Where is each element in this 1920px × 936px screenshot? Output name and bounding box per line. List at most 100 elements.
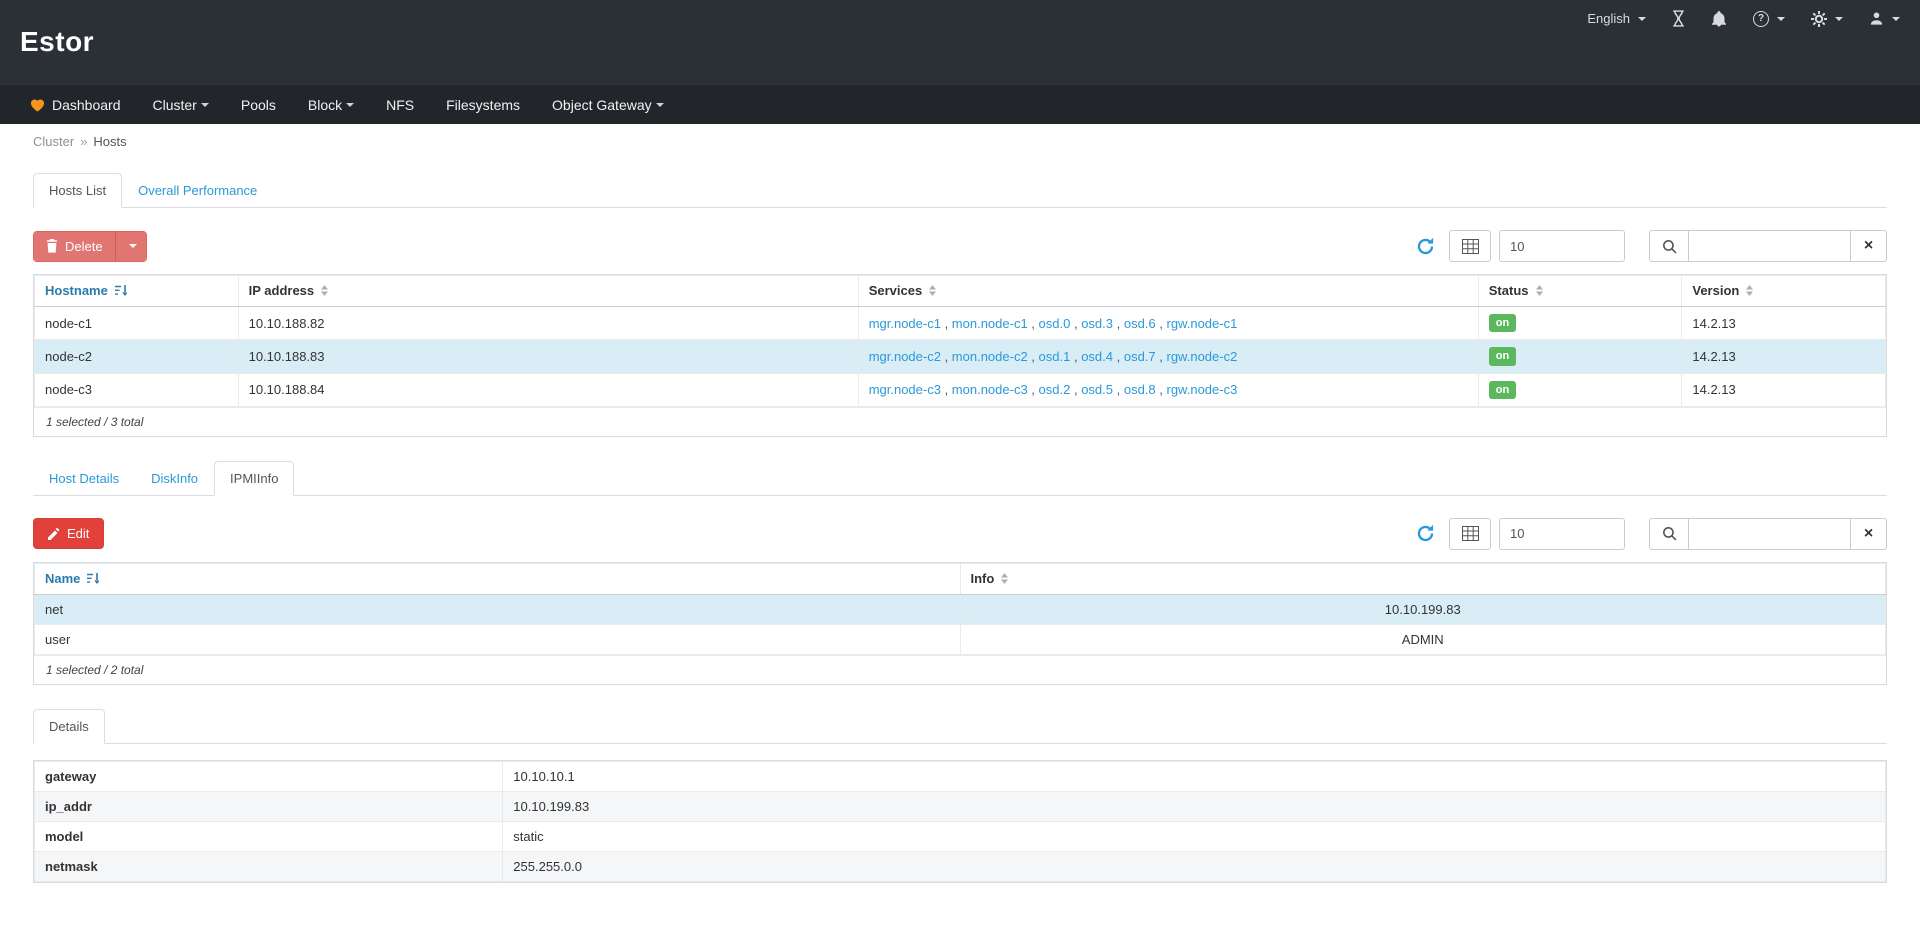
tab-ipmiinfo[interactable]: IPMIInfo: [214, 461, 294, 496]
service-link-mon.node-c3[interactable]: mon.node-c3: [952, 382, 1028, 397]
nav-item-nfs[interactable]: NFS: [370, 85, 430, 125]
service-link-rgw.node-c1[interactable]: rgw.node-c1: [1167, 316, 1238, 331]
column-header-name[interactable]: Name: [35, 563, 961, 594]
nav-item-object-gateway[interactable]: Object Gateway: [536, 85, 680, 125]
hourglass-icon: [1672, 10, 1685, 27]
search-input[interactable]: [1689, 230, 1851, 262]
services-cell: mgr.node-c1 , mon.node-c1 , osd.0 , osd.…: [858, 307, 1478, 340]
service-link-mon.node-c2[interactable]: mon.node-c2: [952, 349, 1028, 364]
delete-button[interactable]: Delete: [33, 231, 147, 262]
column-header-hostname[interactable]: Hostname: [35, 276, 239, 307]
detail-value: static: [503, 822, 1886, 852]
tab-overall-performance[interactable]: Overall Performance: [122, 173, 273, 208]
brand-logo[interactable]: Estor: [20, 26, 94, 58]
delete-dropdown-toggle[interactable]: [115, 232, 146, 261]
clear-search-button[interactable]: ×: [1851, 518, 1887, 550]
tab-hosts-list[interactable]: Hosts List: [33, 173, 122, 208]
service-link-mon.node-c1[interactable]: mon.node-c1: [952, 316, 1028, 331]
nav-item-label: Pools: [241, 97, 276, 113]
service-link-osd.1[interactable]: osd.1: [1039, 349, 1071, 364]
caret-down-icon: [1638, 17, 1646, 21]
refresh-button[interactable]: [1416, 237, 1435, 256]
ipmi-row-net[interactable]: net10.10.199.83: [35, 595, 1886, 625]
tab-diskinfo[interactable]: DiskInfo: [135, 461, 214, 496]
user-menu[interactable]: [1869, 11, 1900, 26]
nav-item-label: NFS: [386, 97, 414, 113]
host-row-node-c3[interactable]: node-c310.10.188.84mgr.node-c3 , mon.nod…: [35, 373, 1886, 406]
services-separator: ,: [941, 349, 952, 364]
version-cell: 14.2.13: [1682, 307, 1886, 340]
services-separator: ,: [1156, 349, 1167, 364]
nav-item-pools[interactable]: Pools: [225, 85, 292, 125]
column-toggle-button[interactable]: [1449, 230, 1491, 262]
breadcrumb-current: Hosts: [93, 134, 126, 149]
services-separator: ,: [941, 382, 952, 397]
service-link-rgw.node-c3[interactable]: rgw.node-c3: [1167, 382, 1238, 397]
search-icon: [1649, 230, 1689, 262]
tab-host-details[interactable]: Host Details: [33, 461, 135, 496]
search-input[interactable]: [1689, 518, 1851, 550]
page-size-input[interactable]: [1499, 518, 1625, 550]
language-selector[interactable]: English: [1587, 11, 1646, 26]
column-header-version[interactable]: Version: [1682, 276, 1886, 307]
column-header-info[interactable]: Info: [960, 563, 1886, 594]
service-link-osd.7[interactable]: osd.7: [1124, 349, 1156, 364]
service-link-osd.6[interactable]: osd.6: [1124, 316, 1156, 331]
tab-details[interactable]: Details: [33, 709, 105, 744]
caret-down-icon: [346, 103, 354, 107]
gear-icon: [1811, 11, 1827, 27]
service-link-mgr.node-c3[interactable]: mgr.node-c3: [869, 382, 941, 397]
version-cell: 14.2.13: [1682, 340, 1886, 373]
nav-item-filesystems[interactable]: Filesystems: [430, 85, 536, 125]
service-link-osd.2[interactable]: osd.2: [1039, 382, 1071, 397]
column-toggle-button[interactable]: [1449, 518, 1491, 550]
services-separator: ,: [1113, 316, 1124, 331]
service-link-osd.5[interactable]: osd.5: [1081, 382, 1113, 397]
service-link-osd.4[interactable]: osd.4: [1081, 349, 1113, 364]
nav-item-block[interactable]: Block: [292, 85, 370, 125]
hosts-toolbar: Delete ×: [33, 230, 1887, 262]
notifications-button[interactable]: [1711, 11, 1727, 27]
pencil-icon: [48, 528, 60, 540]
column-label: IP address: [249, 283, 315, 298]
host-row-node-c1[interactable]: node-c110.10.188.82mgr.node-c1 , mon.nod…: [35, 307, 1886, 340]
clear-search-button[interactable]: ×: [1851, 230, 1887, 262]
services-separator: ,: [1028, 349, 1039, 364]
column-header-status[interactable]: Status: [1478, 276, 1682, 307]
column-header-services[interactable]: Services: [858, 276, 1478, 307]
service-link-osd.8[interactable]: osd.8: [1124, 382, 1156, 397]
sort-icon: [1536, 284, 1543, 299]
detail-key: gateway: [35, 762, 503, 792]
service-link-rgw.node-c2[interactable]: rgw.node-c2: [1167, 349, 1238, 364]
details-row-gateway: gateway10.10.10.1: [35, 762, 1886, 792]
column-header-ip-address[interactable]: IP address: [238, 276, 858, 307]
status-badge: on: [1489, 347, 1516, 365]
host-row-node-c2[interactable]: node-c210.10.188.83mgr.node-c2 , mon.nod…: [35, 340, 1886, 373]
service-link-mgr.node-c1[interactable]: mgr.node-c1: [869, 316, 941, 331]
service-link-osd.3[interactable]: osd.3: [1081, 316, 1113, 331]
service-link-osd.0[interactable]: osd.0: [1039, 316, 1071, 331]
nav-item-label: Object Gateway: [552, 97, 652, 113]
services-cell: mgr.node-c3 , mon.node-c3 , osd.2 , osd.…: [858, 373, 1478, 406]
refresh-button[interactable]: [1416, 524, 1435, 543]
details-row-netmask: netmask255.255.0.0: [35, 852, 1886, 882]
nav-item-dashboard[interactable]: Dashboard: [14, 85, 137, 125]
help-menu[interactable]: ?: [1753, 11, 1785, 27]
search-group: ×: [1649, 230, 1887, 262]
ipmi-row-user[interactable]: userADMIN: [35, 625, 1886, 655]
nav-item-label: Filesystems: [446, 97, 520, 113]
edit-button[interactable]: Edit: [33, 518, 104, 549]
hosts-table-controls: ×: [1416, 230, 1887, 262]
settings-menu[interactable]: [1811, 11, 1843, 27]
detail-value: 255.255.0.0: [503, 852, 1886, 882]
breadcrumb-parent[interactable]: Cluster: [33, 134, 74, 149]
ip-cell: 10.10.188.84: [238, 373, 858, 406]
caret-down-icon: [656, 103, 664, 107]
service-link-mgr.node-c2[interactable]: mgr.node-c2: [869, 349, 941, 364]
tasks-button[interactable]: [1672, 10, 1685, 27]
app-header: Estor English ?: [0, 0, 1920, 84]
nav-item-label: Cluster: [153, 97, 197, 113]
nav-item-cluster[interactable]: Cluster: [137, 85, 225, 125]
page-size-input[interactable]: [1499, 230, 1625, 262]
detail-value: 10.10.199.83: [503, 792, 1886, 822]
